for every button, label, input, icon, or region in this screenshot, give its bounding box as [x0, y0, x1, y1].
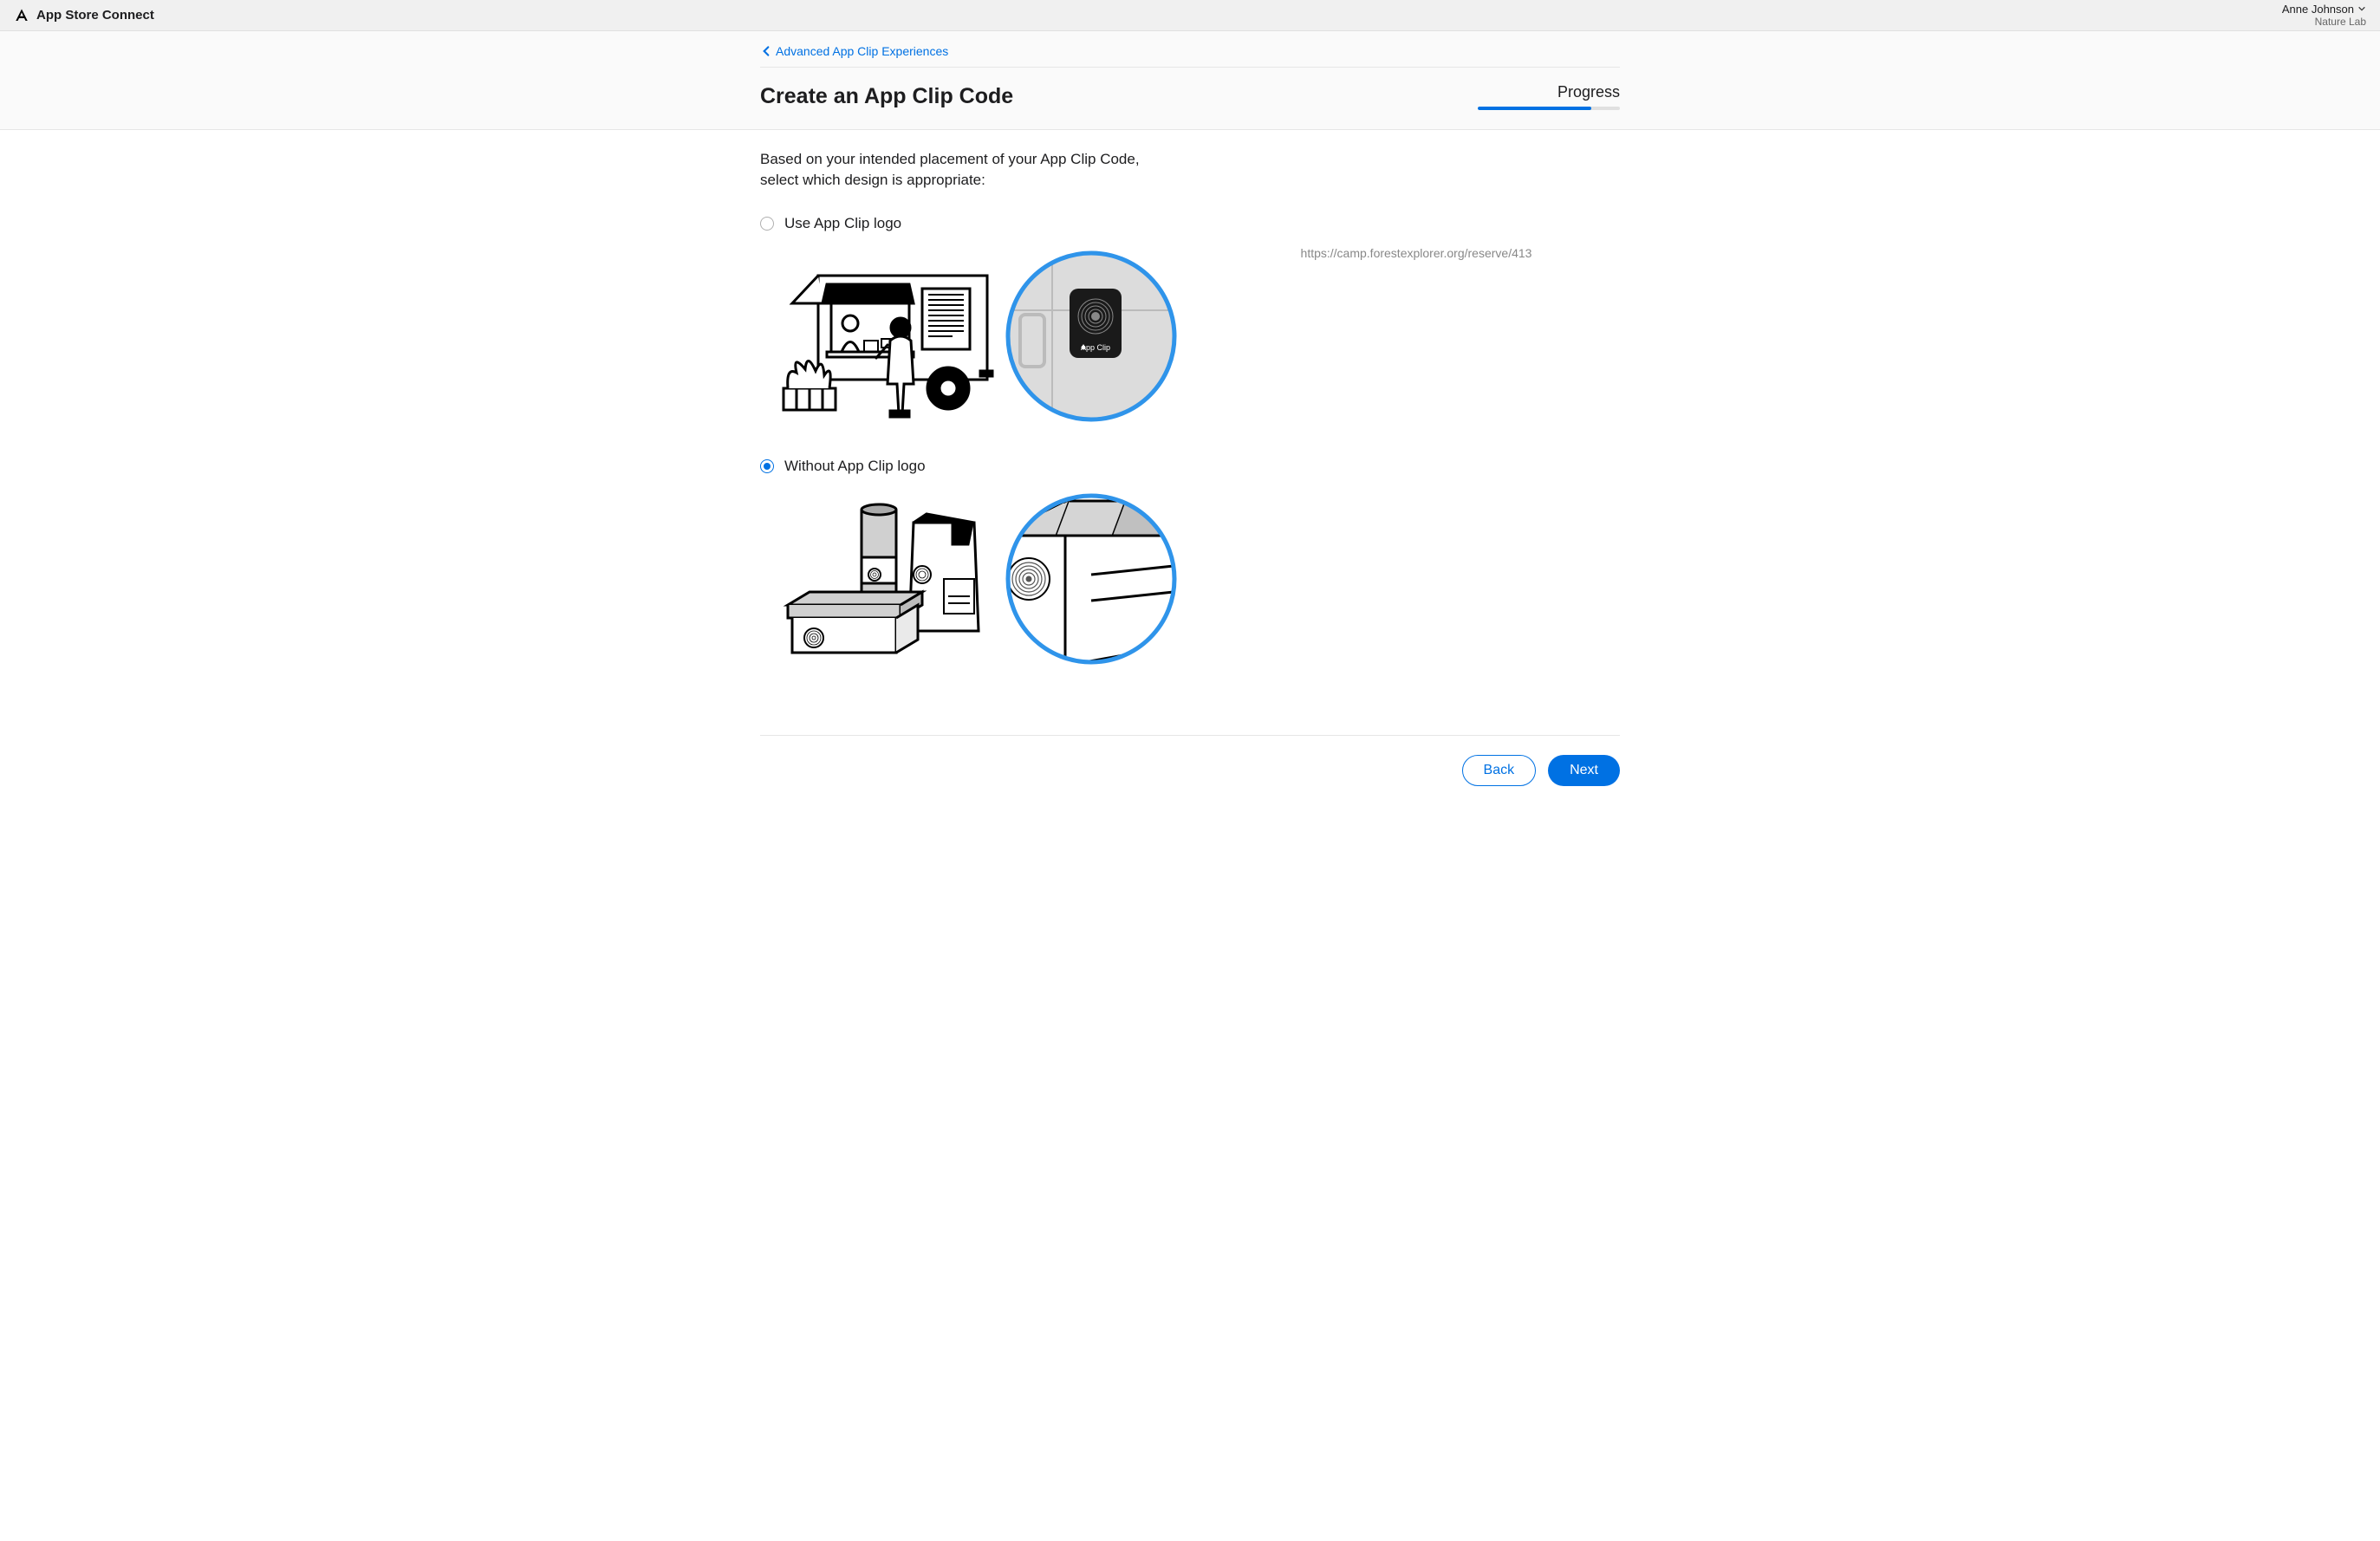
progress-fill	[1478, 107, 1591, 110]
zoom-circle-use-logo-icon: App Clip	[1005, 250, 1178, 423]
chevron-down-icon	[2357, 4, 2366, 13]
radio-option-use-logo[interactable]: Use App Clip logo	[760, 215, 1178, 232]
back-button[interactable]: Back	[1462, 755, 1537, 786]
radio-option-without-logo[interactable]: Without App Clip logo	[760, 458, 1178, 475]
radio-label: Without App Clip logo	[784, 458, 926, 475]
user-menu[interactable]: Anne Johnson Nature Lab	[2282, 3, 2366, 29]
preview-url: https://camp.forestexplorer.org/reserve/…	[1301, 246, 1532, 260]
illustration-without-logo	[779, 492, 1178, 666]
top-bar: App Store Connect Anne Johnson Nature La…	[0, 0, 2380, 31]
food-truck-illustration-icon	[779, 250, 996, 423]
page-title: Create an App Clip Code	[760, 84, 1013, 109]
next-button[interactable]: Next	[1548, 755, 1620, 786]
preview-column: https://camp.forestexplorer.org/reserve/…	[1213, 149, 1620, 700]
page-header: Advanced App Clip Experiences Create an …	[0, 31, 2380, 130]
user-name: Anne Johnson	[2282, 3, 2354, 16]
progress-bar	[1478, 107, 1620, 110]
packaging-illustration-icon	[779, 492, 996, 666]
app-clip-code-preview	[1321, 149, 1512, 236]
app-title: App Store Connect	[36, 8, 154, 23]
top-bar-left: App Store Connect	[14, 8, 154, 23]
illustration-use-logo: App Clip	[779, 250, 1178, 423]
radio-indicator	[760, 217, 774, 231]
progress-block: Progress	[1478, 83, 1620, 110]
breadcrumb-link[interactable]: Advanced App Clip Experiences	[776, 44, 948, 58]
breadcrumb[interactable]: Advanced App Clip Experiences	[760, 31, 1620, 68]
divider	[760, 735, 1620, 736]
radio-indicator	[760, 459, 774, 473]
footer-buttons: Back Next	[760, 755, 1620, 821]
zoom-circle-without-logo-icon	[1005, 492, 1178, 666]
instruction-text: Based on your intended placement of your…	[760, 149, 1150, 191]
form-column: Based on your intended placement of your…	[760, 149, 1178, 700]
radio-label: Use App Clip logo	[784, 215, 901, 232]
progress-label: Progress	[1478, 83, 1620, 101]
chevron-left-icon	[760, 45, 772, 57]
org-name: Nature Lab	[2282, 16, 2366, 28]
app-store-connect-logo-icon	[14, 8, 29, 23]
